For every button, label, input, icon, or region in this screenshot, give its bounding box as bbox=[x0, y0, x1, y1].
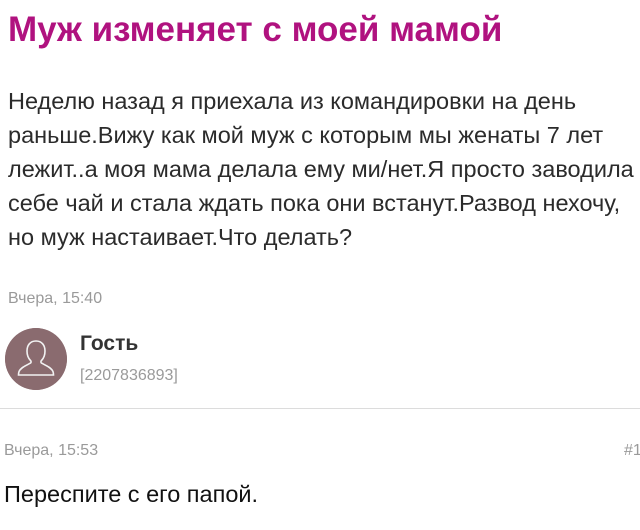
page: Муж изменяет с моей мамой Неделю назад я… bbox=[0, 0, 640, 530]
post: Муж изменяет с моей мамой Неделю назад я… bbox=[0, 0, 640, 410]
author-id: [2207836893] bbox=[80, 367, 178, 384]
reply-text: Переспите с его папой. bbox=[4, 481, 259, 507]
post-body: Неделю назад я приехала из командировки … bbox=[8, 88, 634, 250]
reply-date: Вчера, 15:53 bbox=[4, 442, 99, 459]
user-silhouette-icon[interactable] bbox=[5, 328, 67, 390]
reply-number-link[interactable]: #1 bbox=[624, 442, 640, 460]
author-name[interactable]: Гость bbox=[80, 332, 138, 356]
post-title[interactable]: Муж изменяет с моей мамой bbox=[8, 10, 502, 50]
post-date: Вчера, 15:40 bbox=[8, 290, 103, 307]
reply-comment: Вчера, 15:53 #1 Переспите с его папой. bbox=[0, 409, 640, 530]
post-author: Гость [2207836893] bbox=[0, 328, 640, 398]
